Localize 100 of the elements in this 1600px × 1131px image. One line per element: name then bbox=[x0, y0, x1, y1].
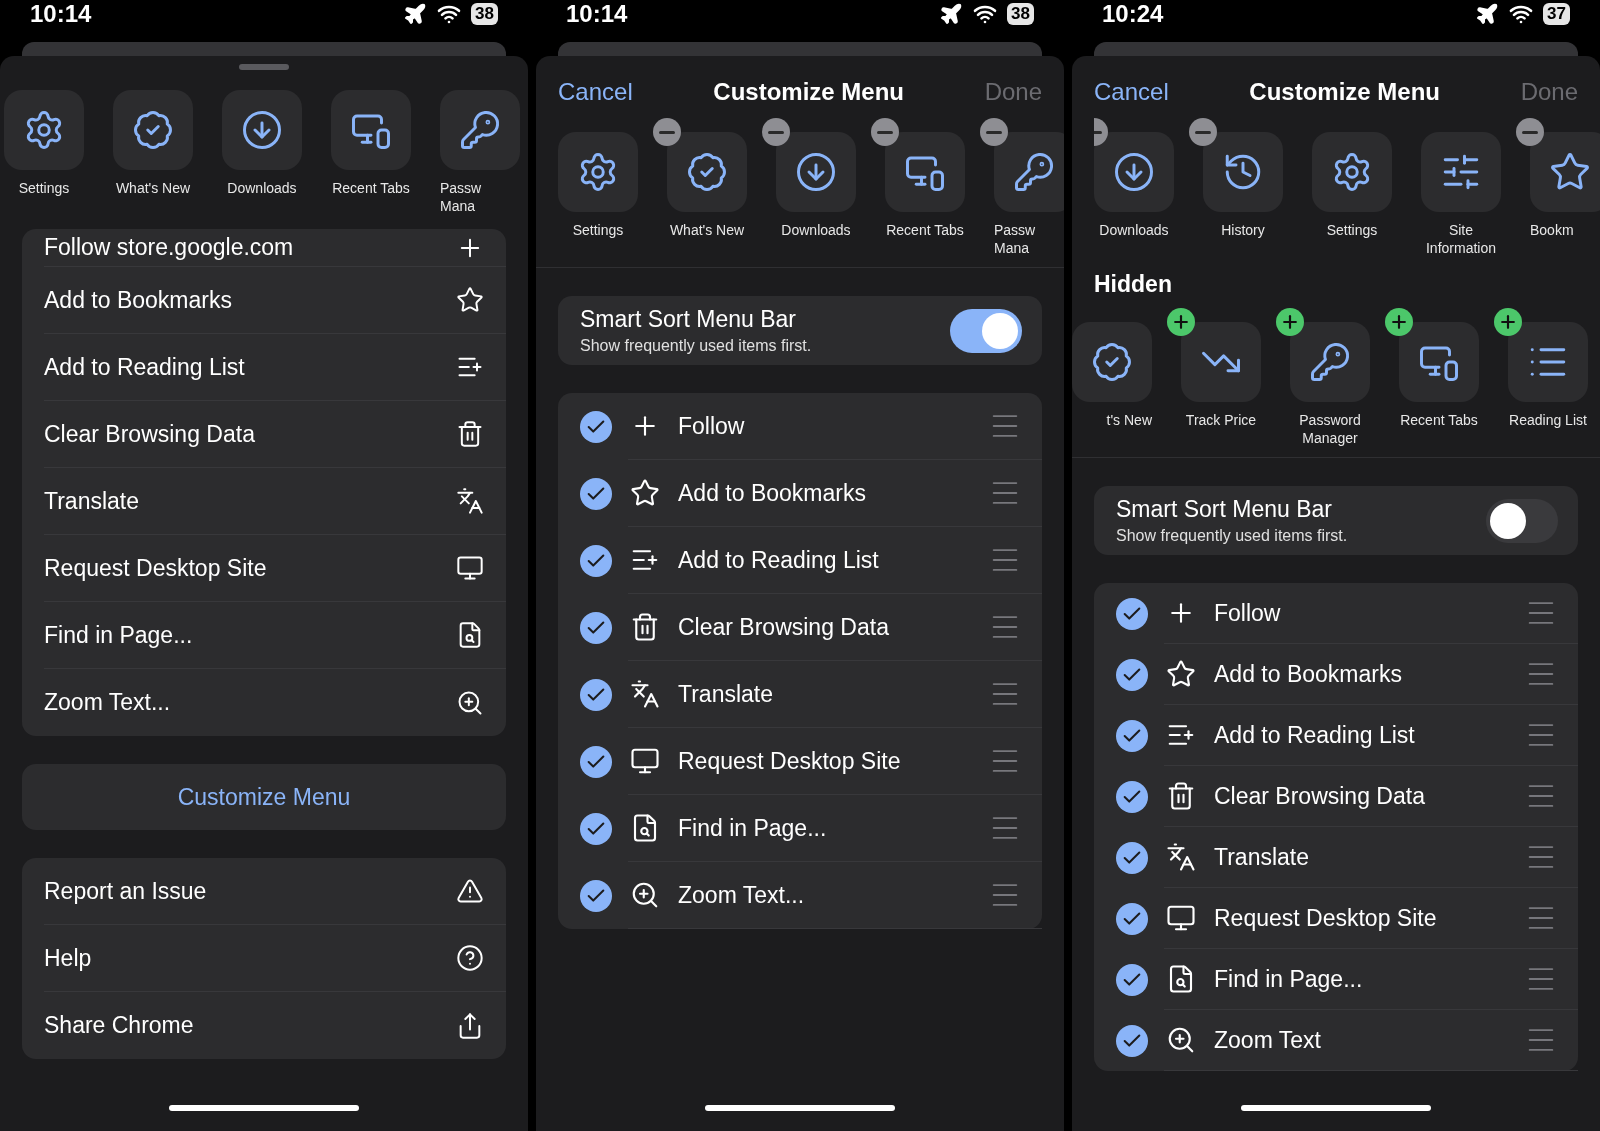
customize-menu-button[interactable]: Customize Menu bbox=[22, 764, 506, 830]
airplane-icon bbox=[939, 2, 964, 26]
action-tile[interactable] bbox=[1312, 132, 1392, 212]
menu-item[interactable]: Report an Issue bbox=[44, 858, 506, 925]
action-label: Password Manager bbox=[1299, 412, 1361, 447]
menu-item[interactable]: Add to Bookmarks bbox=[44, 267, 506, 334]
checkbox[interactable] bbox=[580, 812, 612, 845]
action-label: Settings bbox=[1326, 222, 1378, 240]
action-label: Site Information bbox=[1425, 222, 1496, 257]
setting-title: Smart Sort Menu Bar bbox=[580, 306, 798, 333]
checkbox[interactable] bbox=[1116, 902, 1148, 935]
action-label: What's New bbox=[115, 180, 191, 198]
plus-icon bbox=[1280, 312, 1300, 332]
item-label: Request Desktop Site bbox=[1214, 904, 1438, 932]
checkbox[interactable] bbox=[1116, 719, 1148, 752]
action-tile[interactable] bbox=[885, 132, 965, 212]
remove-badge[interactable] bbox=[871, 118, 899, 146]
remove-badge[interactable] bbox=[762, 118, 790, 146]
menu-item[interactable]: Find in Page... bbox=[44, 602, 506, 669]
airplane-icon bbox=[1475, 2, 1500, 26]
menu-item[interactable]: Translate bbox=[44, 468, 506, 535]
item-label: Find in Page... bbox=[678, 814, 828, 842]
checkbox[interactable] bbox=[580, 678, 612, 711]
status-time: 10:24 bbox=[1102, 0, 1164, 28]
action-tile[interactable] bbox=[1203, 132, 1283, 212]
key-icon bbox=[459, 109, 501, 151]
action-tile[interactable] bbox=[1181, 322, 1261, 402]
add-badge[interactable] bbox=[1167, 308, 1195, 336]
action-label: Passw Mana bbox=[994, 222, 1036, 257]
menu-item[interactable]: Add to Reading List bbox=[44, 334, 506, 401]
minus-icon bbox=[877, 130, 893, 134]
badge-check-icon bbox=[1091, 341, 1133, 383]
minus-icon bbox=[1195, 130, 1211, 134]
trash-icon bbox=[1166, 781, 1196, 811]
battery-indicator: 38 bbox=[1007, 3, 1034, 25]
action-tile[interactable] bbox=[667, 132, 747, 212]
action-label: Downloads bbox=[1099, 222, 1169, 240]
checkbox[interactable] bbox=[580, 477, 612, 510]
action-tile[interactable] bbox=[1508, 322, 1588, 402]
warning-icon bbox=[456, 877, 484, 905]
checkbox[interactable] bbox=[1116, 658, 1148, 691]
remove-badge[interactable] bbox=[1189, 118, 1217, 146]
star-icon bbox=[1166, 659, 1196, 689]
add-badge[interactable] bbox=[1276, 308, 1304, 336]
trash-icon bbox=[456, 420, 484, 448]
checkbox[interactable] bbox=[1116, 780, 1148, 813]
battery-indicator: 38 bbox=[471, 3, 498, 25]
monitor-icon bbox=[456, 554, 484, 582]
action-tile[interactable] bbox=[1072, 322, 1152, 402]
toggle-switch[interactable] bbox=[1486, 498, 1558, 543]
checkbox[interactable] bbox=[1116, 841, 1148, 874]
remove-badge[interactable] bbox=[1516, 118, 1544, 146]
menu-item[interactable]: Request Desktop Site bbox=[44, 535, 506, 602]
action-tile[interactable] bbox=[1094, 132, 1174, 212]
download-icon bbox=[795, 151, 837, 193]
checkbox[interactable] bbox=[580, 410, 612, 443]
checkbox[interactable] bbox=[580, 745, 612, 778]
action-label: Reading List bbox=[1509, 412, 1587, 430]
remove-badge[interactable] bbox=[980, 118, 1008, 146]
action-label: What's New bbox=[669, 222, 745, 240]
item-label: Request Desktop Site bbox=[678, 747, 902, 775]
action-tile[interactable] bbox=[222, 90, 302, 170]
checkbox[interactable] bbox=[1116, 963, 1148, 996]
action-label: Recent Tabs bbox=[332, 180, 410, 198]
item-label: Follow bbox=[678, 412, 746, 440]
add-badge[interactable] bbox=[1385, 308, 1413, 336]
action-tile[interactable] bbox=[994, 132, 1064, 212]
menu-item[interactable]: Help bbox=[44, 925, 506, 992]
action-tile[interactable] bbox=[1421, 132, 1501, 212]
checkbox[interactable] bbox=[580, 611, 612, 644]
menu-item[interactable]: Zoom Text... bbox=[44, 669, 506, 736]
action-label: Recent Tabs bbox=[886, 222, 964, 240]
menu-item[interactable]: Share Chrome bbox=[44, 992, 506, 1059]
action-label: Settings bbox=[18, 180, 70, 198]
action-tile[interactable] bbox=[440, 90, 520, 170]
key-icon bbox=[1309, 341, 1351, 383]
action-tile[interactable] bbox=[331, 90, 411, 170]
action-tile[interactable] bbox=[1290, 322, 1370, 402]
setting-title: Smart Sort Menu Bar bbox=[1116, 496, 1334, 523]
setting-subtitle: Show frequently used items first. bbox=[580, 337, 812, 355]
checkbox[interactable] bbox=[1116, 1024, 1148, 1057]
action-tile[interactable] bbox=[776, 132, 856, 212]
add-badge[interactable] bbox=[1494, 308, 1522, 336]
remove-badge[interactable] bbox=[653, 118, 681, 146]
action-tile[interactable] bbox=[4, 90, 84, 170]
checkbox[interactable] bbox=[1116, 597, 1148, 630]
menu-item[interactable]: Clear Browsing Data bbox=[44, 401, 506, 468]
checkbox[interactable] bbox=[580, 879, 612, 912]
cancel-button[interactable]: Cancel bbox=[1094, 78, 1169, 106]
action-tile[interactable] bbox=[1530, 132, 1600, 212]
menu-item[interactable]: Follow store.google.com bbox=[44, 229, 506, 267]
action-tile[interactable] bbox=[558, 132, 638, 212]
trash-icon bbox=[630, 612, 660, 642]
toggle-switch[interactable] bbox=[950, 308, 1022, 353]
section-title: Hidden bbox=[1093, 270, 1173, 299]
checkbox[interactable] bbox=[580, 544, 612, 577]
action-tile[interactable] bbox=[1399, 322, 1479, 402]
action-tile[interactable] bbox=[113, 90, 193, 170]
cancel-button[interactable]: Cancel bbox=[558, 78, 633, 106]
key-icon bbox=[1013, 151, 1055, 193]
